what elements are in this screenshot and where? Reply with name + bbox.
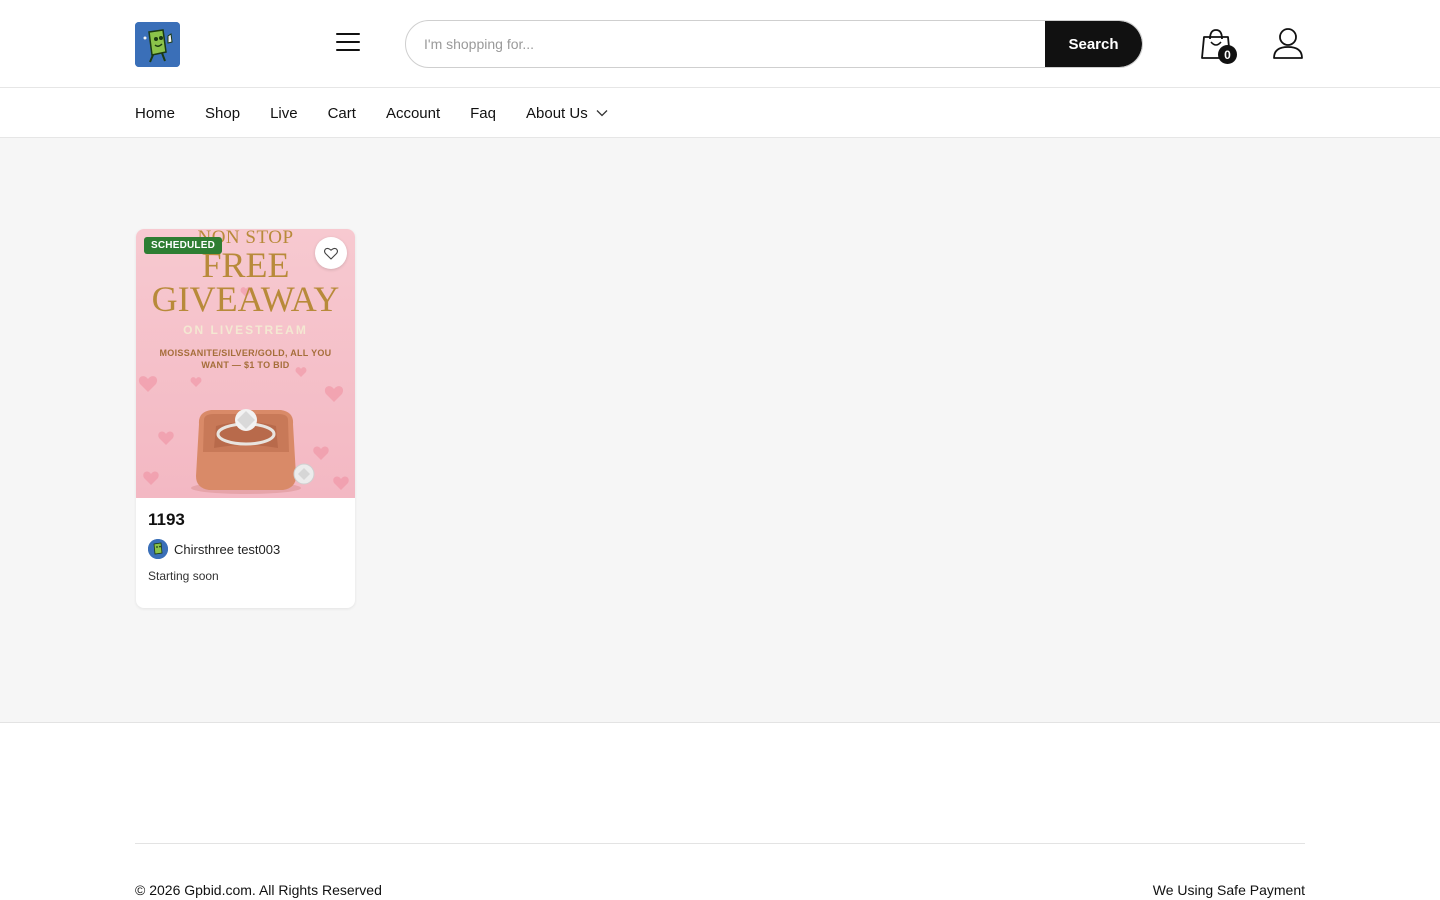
nav-item-home[interactable]: Home [135, 105, 175, 122]
nav-item-about-us-label: About Us [526, 104, 588, 122]
search-input[interactable] [406, 21, 1045, 67]
listing-area: NON STOP FREE GIVEAWAY ON LIVESTREAM MOI… [0, 138, 1440, 723]
site-logo[interactable] [135, 22, 180, 67]
auction-card[interactable]: NON STOP FREE GIVEAWAY ON LIVESTREAM MOI… [136, 229, 355, 608]
nav-item-live[interactable]: Live [270, 105, 298, 122]
cart-count-badge: 0 [1218, 45, 1237, 64]
account-button[interactable] [1271, 26, 1305, 60]
ring-box-icon [191, 409, 315, 494]
nav-item-cart[interactable]: Cart [328, 105, 356, 122]
status-badge: SCHEDULED [144, 237, 223, 254]
auction-card-body: 1193 Chirsthree test003 Starting soon [136, 498, 355, 595]
promo-text-line-3: GIVEAWAY [151, 279, 340, 319]
user-icon [1273, 28, 1303, 59]
search-button[interactable]: Search [1045, 21, 1142, 67]
search-bar: Search [405, 20, 1143, 68]
chevron-down-icon [596, 110, 608, 117]
site-footer: © 2026 Gpbid.com. All Rights Reserved We… [0, 723, 1440, 900]
auction-status-text: Starting soon [148, 569, 219, 583]
nav-item-about-us[interactable]: About Us [526, 105, 608, 122]
promo-text-line-4: ON LIVESTREAM [183, 323, 308, 337]
main-nav: Home Shop Live Cart Account Faq About Us [0, 88, 1440, 138]
top-header: Search 0 [0, 0, 1440, 88]
mascot-logo-icon [135, 22, 180, 67]
footer-safe-payment: We Using Safe Payment [1152, 882, 1305, 898]
cart-button[interactable]: 0 [1200, 26, 1240, 64]
nav-item-shop[interactable]: Shop [205, 105, 240, 122]
favorite-button[interactable] [315, 237, 347, 269]
mascot-avatar-icon [148, 539, 168, 559]
seller-row[interactable]: Chirsthree test003 [148, 539, 343, 559]
heart-icon [324, 247, 338, 260]
seller-avatar [148, 539, 168, 559]
nav-item-account[interactable]: Account [386, 105, 440, 122]
menu-hamburger-icon[interactable] [336, 33, 360, 55]
footer-divider [135, 843, 1305, 844]
nav-item-faq[interactable]: Faq [470, 105, 496, 122]
auction-card-image[interactable]: NON STOP FREE GIVEAWAY ON LIVESTREAM MOI… [136, 229, 355, 498]
auction-title[interactable]: 1193 [148, 510, 343, 530]
footer-copyright: © 2026 Gpbid.com. All Rights Reserved [135, 882, 382, 898]
seller-name: Chirsthree test003 [174, 541, 281, 557]
